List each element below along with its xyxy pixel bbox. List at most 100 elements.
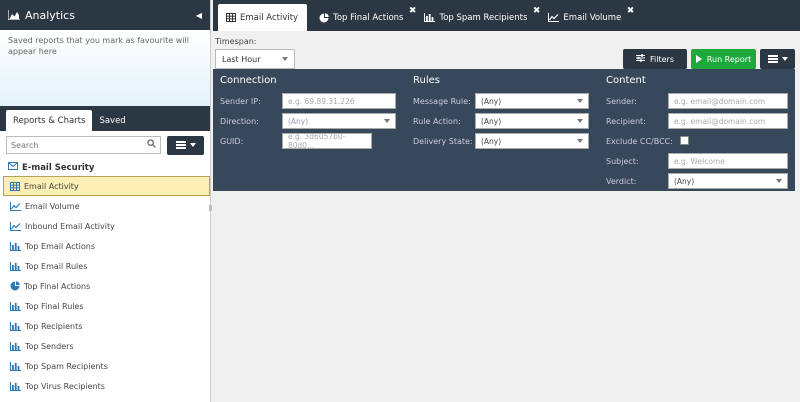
bar-chart-icon [10, 341, 21, 351]
sidebar-item-email-activity[interactable]: Email Activity [3, 176, 210, 196]
sender-ip-input[interactable]: e.g. 69.89.31.226 [282, 93, 396, 109]
message-rule-select[interactable]: (Any) [475, 93, 589, 109]
chevron-down-icon [282, 57, 288, 61]
favourites-note: Saved reports that you mark as favourite… [0, 30, 210, 106]
tab-saved[interactable]: Saved [92, 110, 132, 131]
chevron-down-icon [577, 119, 583, 123]
hamburger-icon [175, 141, 186, 149]
table-icon [226, 13, 236, 22]
rule-action-select[interactable]: (Any) [475, 113, 589, 129]
subject-label: Subject: [606, 156, 639, 166]
tab-top-final-actions[interactable]: Top Final Actions ✖ [311, 4, 416, 31]
timespan-label: Timespan: [215, 37, 257, 46]
search-box [6, 136, 162, 154]
tab-email-activity[interactable]: Email Activity [218, 4, 308, 31]
message-rule-value: (Any) [481, 96, 502, 106]
caret-down-icon [781, 57, 788, 61]
filters-label: Filters [650, 54, 674, 64]
tab-reports-charts[interactable]: Reports & Charts [6, 110, 93, 131]
sidebar-title: Analytics [25, 8, 75, 22]
connection-title: Connection [220, 74, 277, 86]
sidebar-item-label: Top Virus Recipients [25, 381, 105, 391]
sidebar-item-label: Top Email Rules [25, 261, 88, 271]
close-tab-icon[interactable]: ✖ [533, 6, 541, 16]
guid-label: GUID: [220, 136, 244, 146]
tab-top-spam-recipients[interactable]: Top Spam Recipients ✖ [416, 4, 540, 31]
sidebar-item-label: Top Email Actions [25, 241, 96, 251]
caret-down-icon [189, 143, 196, 147]
sender-label: Sender: [606, 96, 637, 106]
chevron-down-icon [384, 119, 390, 123]
run-report-button[interactable]: Run Report [691, 49, 756, 69]
sidebar: Analytics ◀ Saved reports that you mark … [0, 0, 211, 402]
tab-label: Email Activity [240, 12, 299, 23]
sidebar-item-top-recipients[interactable]: Top Recipients [0, 316, 210, 336]
delivery-state-select[interactable]: (Any) [475, 133, 589, 149]
close-tab-icon[interactable]: ✖ [627, 6, 635, 16]
sidebar-item-top-final-actions[interactable]: Top Final Actions [0, 276, 210, 296]
section-email-security[interactable]: E-mail Security [0, 159, 210, 176]
direction-value: (Any) [288, 116, 309, 126]
sidebar-item-top-email-rules[interactable]: Top Email Rules [0, 256, 210, 276]
bar-chart-icon [424, 13, 436, 22]
direction-select[interactable]: (Any) [282, 113, 396, 129]
verdict-label: Verdict: [606, 176, 637, 186]
rule-action-label: Rule Action: [413, 116, 461, 126]
envelope-icon [8, 162, 18, 173]
sidebar-item-label: Inbound Email Activity [25, 221, 115, 231]
main-panel: Email Activity Top Final Actions ✖ Top Spam… [213, 0, 800, 402]
sidebar-item-top-virus-recipients[interactable]: Top Virus Recipients [0, 376, 210, 396]
pie-chart-icon [10, 281, 20, 291]
tab-email-volume[interactable]: Email Volume ✖ [540, 4, 634, 31]
verdict-select[interactable]: (Any) [668, 173, 788, 189]
sidebar-item-label: Top Recipients [25, 321, 83, 331]
line-chart-icon [10, 201, 21, 211]
rules-column: Rules Message Rule: (Any) Rule Action: (… [413, 69, 598, 151]
collapse-sidebar-icon[interactable]: ◀ [196, 11, 202, 20]
hamburger-icon [767, 55, 778, 63]
sliders-icon [636, 54, 645, 64]
search-row [0, 131, 210, 159]
sidebar-menu-button[interactable] [167, 135, 204, 155]
sidebar-item-top-spam-recipients[interactable]: Top Spam Recipients [0, 356, 210, 376]
filters-button[interactable]: Filters [623, 49, 687, 69]
run-report-label: Run Report [706, 54, 752, 64]
report-tabs: Email Activity Top Final Actions ✖ Top Spam… [213, 0, 800, 31]
sidebar-header: Analytics ◀ [0, 0, 210, 30]
report-list: E-mail Security Email Activity Email Volu… [0, 159, 210, 396]
line-chart-icon [10, 221, 21, 231]
direction-label: Direction: [220, 116, 259, 126]
pie-chart-icon [319, 12, 329, 23]
sidebar-item-top-senders[interactable]: Top Senders [0, 336, 210, 356]
resize-handle[interactable] [209, 205, 212, 211]
sidebar-item-top-final-rules[interactable]: Top Final Rules [0, 296, 210, 316]
sidebar-item-email-volume[interactable]: Email Volume [0, 196, 210, 216]
sender-input[interactable]: e.g. email@domain.com [668, 93, 788, 109]
bar-chart-icon [10, 301, 21, 311]
bar-chart-icon [10, 241, 21, 251]
section-title: E-mail Security [22, 162, 95, 173]
tab-label: Email Volume [563, 12, 622, 23]
sidebar-item-label: Top Senders [25, 341, 74, 351]
report-menu-button[interactable] [760, 49, 795, 69]
bar-chart-icon [10, 361, 21, 371]
tab-label: Top Spam Recipients [439, 12, 528, 23]
bar-chart-icon [10, 261, 21, 271]
guid-input[interactable]: e.g. 3d6057b0-80d0... [282, 132, 372, 150]
tab-label: Top Final Actions [333, 12, 404, 23]
timespan-select[interactable]: Last Hour [215, 49, 295, 69]
search-input[interactable] [11, 140, 148, 150]
sidebar-item-inbound-email-activity[interactable]: Inbound Email Activity [0, 216, 210, 236]
line-chart-icon [548, 13, 560, 22]
close-tab-icon[interactable]: ✖ [409, 6, 417, 16]
exclude-cc-bcc-checkbox[interactable] [680, 136, 689, 145]
recipient-input[interactable]: e.g. email@domain.com [668, 113, 788, 129]
area-chart-icon [8, 10, 20, 20]
delivery-state-value: (Any) [481, 136, 502, 146]
sidebar-item-top-email-actions[interactable]: Top Email Actions [0, 236, 210, 256]
search-icon[interactable] [147, 139, 156, 151]
rules-title: Rules [413, 74, 440, 86]
rule-action-value: (Any) [481, 116, 502, 126]
connection-column: Connection Sender IP: e.g. 69.89.31.226 … [220, 69, 405, 151]
subject-input[interactable]: e.g. Welcome [668, 153, 788, 169]
